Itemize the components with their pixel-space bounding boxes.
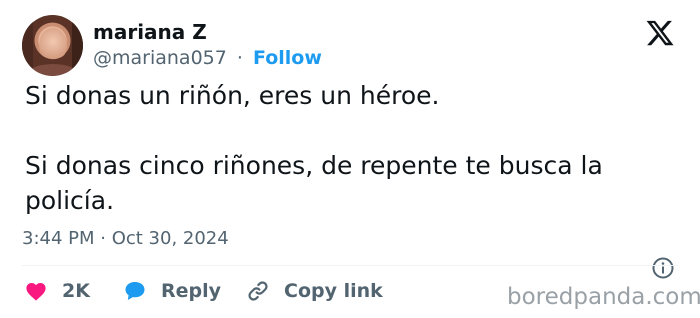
speech-bubble-icon (125, 282, 145, 300)
link-icon (248, 281, 268, 301)
separator-dot: · (236, 47, 243, 69)
tweet-text: Si donas un riñón, eres un héroe. Si don… (25, 78, 665, 218)
copy-link-label: Copy link (284, 280, 383, 302)
tweet-paragraph: Si donas cinco riñones, de repente te bu… (25, 151, 603, 215)
info-icon[interactable] (651, 256, 675, 280)
heart-icon (26, 283, 46, 301)
watermark: boredpanda.com (507, 284, 700, 310)
like-count: 2K (62, 280, 90, 302)
author-name[interactable]: mariana Z (93, 20, 207, 44)
avatar[interactable] (22, 15, 83, 76)
like-button[interactable]: 2K (24, 277, 90, 305)
x-logo-icon[interactable] (644, 18, 676, 48)
author-handle-row: @mariana057 · Follow (93, 47, 322, 69)
copy-link-button[interactable]: Copy link (246, 277, 383, 305)
tweet-timestamp[interactable]: 3:44 PM · Oct 30, 2024 (22, 228, 229, 249)
reply-button[interactable]: Reply (123, 277, 221, 305)
tweet-paragraph: Si donas un riñón, eres un héroe. (25, 81, 440, 110)
reply-label: Reply (161, 280, 222, 302)
divider (22, 265, 678, 266)
author-handle[interactable]: @mariana057 (93, 47, 227, 69)
follow-button[interactable]: Follow (253, 47, 322, 69)
